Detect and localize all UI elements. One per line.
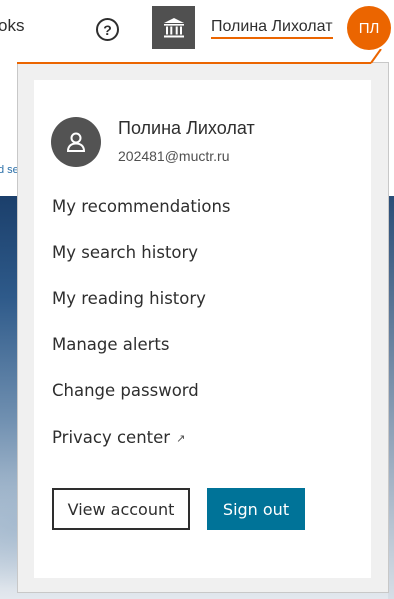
top-header: oks ? Полина Лихолат ПЛ (0, 0, 394, 58)
menu-item-reading-history[interactable]: My reading history (52, 289, 206, 308)
menu-item-change-password[interactable]: Change password (52, 381, 199, 400)
menu-item-privacy-center[interactable]: Privacy center ↗ (52, 428, 185, 447)
sign-out-button[interactable]: Sign out (207, 488, 305, 530)
profile-name: Полина Лихолат (118, 118, 255, 138)
view-account-button[interactable]: View account (52, 488, 190, 530)
dropdown-accent-line (17, 62, 371, 64)
menu-item-label: Privacy center (52, 428, 171, 447)
help-icon[interactable]: ? (96, 18, 119, 41)
menu-item-search-history[interactable]: My search history (52, 243, 198, 262)
user-initials-avatar[interactable]: ПЛ (347, 6, 391, 50)
dropdown-pointer (370, 49, 382, 64)
menu-item-manage-alerts[interactable]: Manage alerts (52, 335, 169, 354)
external-link-icon: ↗ (176, 432, 186, 445)
account-menu-toggle[interactable]: Полина Лихолат (211, 18, 333, 39)
menu-item-recommendations[interactable]: My recommendations (52, 197, 231, 216)
institution-button[interactable] (152, 6, 195, 49)
profile-avatar (51, 117, 101, 167)
nav-link-books[interactable]: oks (0, 16, 24, 36)
profile-email: 202481@muctr.ru (118, 148, 230, 164)
user-silhouette-icon (66, 132, 86, 152)
institution-building-icon (163, 17, 184, 37)
